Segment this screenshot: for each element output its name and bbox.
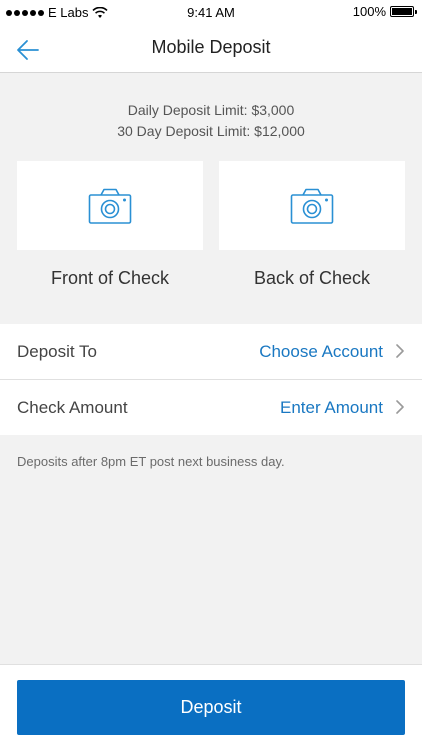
deposit-to-row[interactable]: Deposit To Choose Account bbox=[0, 324, 422, 379]
back-of-check-label: Back of Check bbox=[253, 268, 371, 288]
deposit-form: Deposit To Choose Account Check Amount E… bbox=[0, 324, 422, 435]
page-title: Mobile Deposit bbox=[151, 37, 271, 57]
chevron-right-icon bbox=[396, 400, 404, 414]
choose-account-link[interactable]: Choose Account bbox=[259, 342, 383, 362]
check-amount-label: Check Amount bbox=[17, 398, 128, 417]
daily-limit-text: Daily Deposit Limit: $3,000 bbox=[127, 102, 295, 118]
deposit-limits: Daily Deposit Limit: $3,000 30 Day Depos… bbox=[0, 100, 422, 142]
battery-percent: 100% bbox=[352, 4, 386, 19]
chevron-right-icon bbox=[396, 344, 404, 358]
bottom-action-bar: Deposit bbox=[0, 664, 422, 751]
deposit-button[interactable]: Deposit bbox=[17, 680, 405, 735]
battery-icon bbox=[390, 6, 417, 17]
navigation-bar: Mobile Deposit bbox=[0, 26, 422, 73]
camera-icon bbox=[88, 188, 132, 224]
enter-amount-link[interactable]: Enter Amount bbox=[280, 398, 383, 418]
camera-icon bbox=[290, 188, 334, 224]
front-of-check-label: Front of Check bbox=[50, 268, 170, 288]
check-amount-row[interactable]: Check Amount Enter Amount bbox=[0, 379, 422, 435]
back-of-check-capture[interactable] bbox=[219, 161, 405, 250]
thirty-day-limit-text: 30 Day Deposit Limit: $12,000 bbox=[117, 123, 305, 139]
status-right: 100% bbox=[352, 4, 417, 19]
front-of-check-capture[interactable] bbox=[17, 161, 203, 250]
status-bar: E Labs 9:41 AM 100% bbox=[0, 0, 422, 26]
deposit-cutoff-note: Deposits after 8pm ET post next business… bbox=[17, 454, 285, 469]
deposit-to-label: Deposit To bbox=[17, 342, 98, 361]
